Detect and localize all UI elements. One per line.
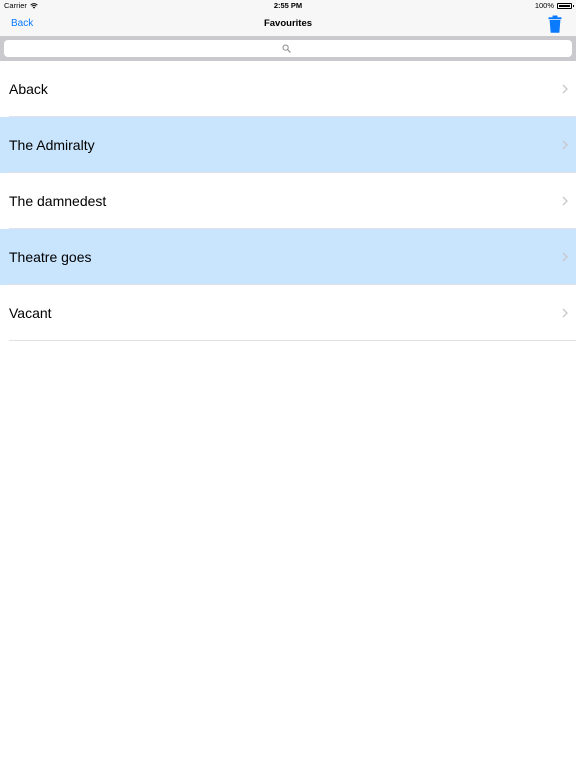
trash-icon xyxy=(548,15,562,33)
list-item[interactable]: The Admiralty xyxy=(0,117,576,173)
list-item[interactable]: Vacant xyxy=(0,285,576,341)
chevron-right-icon xyxy=(562,196,568,206)
status-right: 100% xyxy=(534,0,574,12)
list-item[interactable]: Theatre goes xyxy=(0,229,576,285)
chevron-right-icon xyxy=(562,252,568,262)
chevron-right-icon xyxy=(562,308,568,318)
list-item-label: Theatre goes xyxy=(9,249,92,265)
list-item-label: Vacant xyxy=(9,305,52,321)
status-bar: Carrier 2:55 PM 100% xyxy=(0,0,576,12)
list-item-label: Aback xyxy=(9,81,48,97)
page-title: Favourites xyxy=(263,18,313,29)
row-divider xyxy=(9,340,576,341)
search-icon xyxy=(282,44,291,53)
chevron-right-icon xyxy=(562,84,568,94)
delete-button[interactable] xyxy=(548,15,562,33)
status-time: 2:55 PM xyxy=(273,1,303,10)
chevron-right-icon xyxy=(562,140,568,150)
list-item[interactable]: The damnedest xyxy=(0,173,576,229)
battery-icon xyxy=(557,3,574,9)
navigation-bar: Back Favourites xyxy=(0,12,576,36)
app-screen: Carrier 2:55 PM 100% Back Favourites Aba… xyxy=(0,0,576,768)
battery-percent: 100% xyxy=(534,1,554,10)
list-item-label: The Admiralty xyxy=(9,137,95,153)
list-item[interactable]: Aback xyxy=(0,61,576,117)
favourites-list: Aback The Admiralty The damnedest Theatr… xyxy=(0,61,576,341)
battery-fill xyxy=(559,5,570,7)
list-item-label: The damnedest xyxy=(9,193,107,209)
